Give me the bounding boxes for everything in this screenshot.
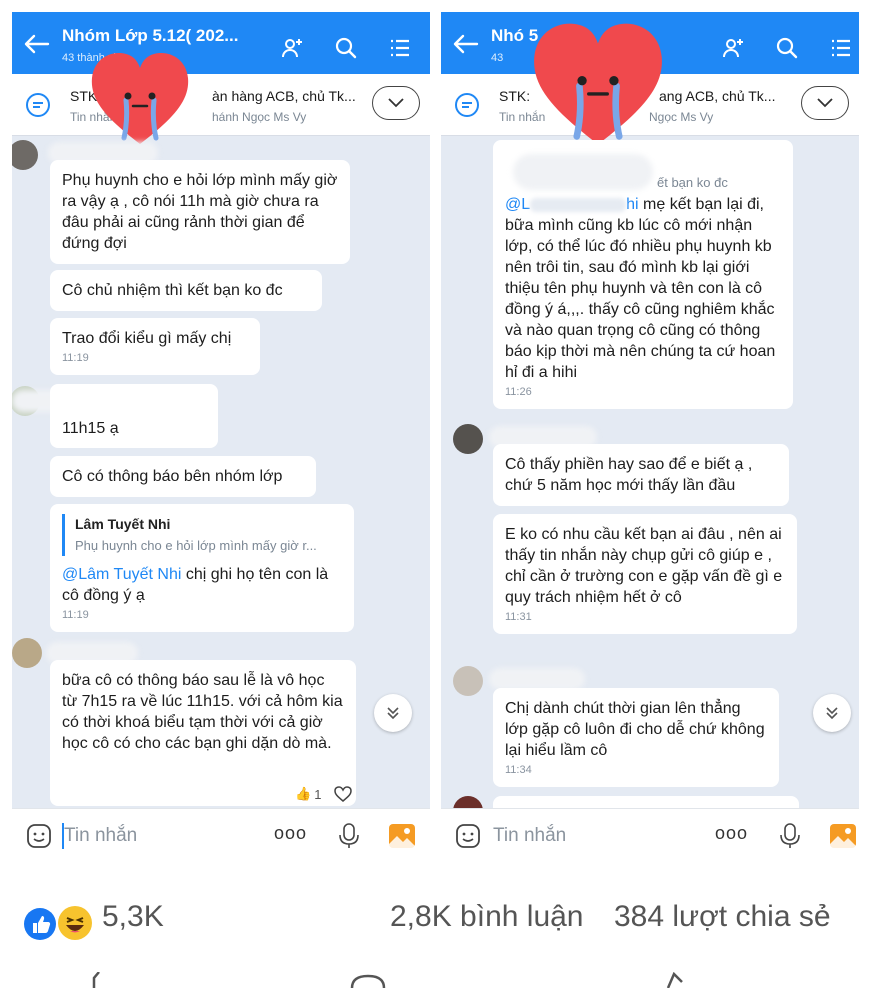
message-bubble[interactable]: 11h15 ạ — [50, 384, 218, 448]
scroll-down-button[interactable] — [813, 694, 851, 732]
like-button-icon[interactable] — [84, 972, 124, 988]
message-text: Phụ huynh cho e hỏi lớp mình mấy giờ ra … — [62, 172, 338, 252]
emoji-icon[interactable] — [26, 823, 52, 849]
message-input-bar: Tin nhắn ooo — [12, 808, 430, 862]
reply-message-bubble[interactable]: ết bạn ko đc @L hi mẹ kết bạn lại đi, bữa… — [493, 140, 793, 409]
search-icon[interactable] — [334, 36, 358, 60]
like-reaction-icon[interactable] — [24, 908, 56, 940]
back-arrow-icon[interactable] — [24, 34, 50, 54]
chat-bubble-icon — [455, 93, 479, 117]
add-member-icon[interactable] — [721, 36, 745, 60]
message-input[interactable]: Tin nhắn — [64, 825, 137, 847]
expand-pinned-button[interactable] — [372, 86, 420, 120]
sad-heart-sticker — [91, 53, 189, 144]
menu-list-icon[interactable] — [388, 36, 412, 60]
chat-header: Nhóm Lớp 5.12( 202... 43 thành viên — [12, 12, 430, 74]
image-picker-icon[interactable] — [388, 823, 416, 849]
reaction-count: 1 — [314, 786, 322, 802]
chat-panel-left: Nhóm Lớp 5.12( 202... 43 thành viên STK:… — [12, 12, 430, 884]
pinned-message-bar[interactable]: STK: àn hàng ACB, chủ Tk... Tin nhắn hán… — [12, 74, 430, 136]
emoji-icon[interactable] — [455, 823, 481, 849]
message-bubble[interactable]: E ko có nhu cầu kết bạn ai đâu , nên ai … — [493, 514, 797, 634]
message-time: 11:34 — [505, 764, 532, 776]
message-bubble[interactable]: Trao đổi kiểu gì mấy chị 11:19 — [50, 318, 260, 375]
comment-button-icon[interactable] — [348, 972, 388, 988]
reply-sender: Lâm Tuyết Nhi — [75, 516, 171, 532]
message-time: 11:26 — [505, 386, 532, 398]
message-text: Trao đổi kiểu gì mấy chị — [62, 330, 232, 347]
message-time: 11:19 — [62, 352, 89, 364]
thumbs-up-icon: 👍 — [295, 786, 312, 801]
search-icon[interactable] — [775, 36, 799, 60]
pinned-line1-end: ang ACB, chủ Tk... — [659, 88, 776, 104]
menu-list-icon[interactable] — [829, 36, 853, 60]
message-bubble[interactable]: Phụ huynh cho e hỏi lớp mình mấy giờ ra … — [50, 160, 350, 264]
blurred-quote — [513, 154, 653, 190]
bottom-strip — [441, 862, 859, 884]
reply-message-bubble[interactable]: Lâm Tuyết Nhi Phụ huynh cho e hỏi lớp mì… — [50, 504, 354, 632]
message-text: Cô chủ nhiệm thì kết bạn ko đc — [62, 282, 283, 299]
haha-reaction-icon[interactable] — [58, 906, 92, 940]
message-text: E ko có nhu cầu kết bạn ai đâu , nên ai … — [505, 526, 783, 606]
member-count: 43 — [491, 52, 504, 64]
mention-link[interactable]: @L — [505, 196, 530, 213]
voice-input-icon[interactable] — [338, 823, 360, 849]
chevron-down-icon — [388, 98, 404, 108]
double-chevron-down-icon — [826, 707, 838, 720]
message-bubble[interactable]: Cô có thông báo bên nhóm lớp — [50, 456, 316, 497]
blurred-sender-name — [489, 668, 585, 690]
reaction-badge[interactable]: 👍 1 — [290, 785, 327, 803]
chevron-down-icon — [817, 98, 833, 108]
share-button-icon[interactable] — [660, 972, 700, 988]
more-options-icon[interactable]: ooo — [715, 823, 748, 844]
share-count[interactable]: 384 lượt chia sẻ — [614, 900, 831, 934]
avatar[interactable] — [12, 638, 42, 668]
message-bubble[interactable]: Cô thấy phiền hay sao để e biết ạ , chứ … — [493, 444, 789, 506]
scroll-down-button[interactable] — [374, 694, 412, 732]
avatar[interactable] — [453, 666, 483, 696]
bottom-strip — [12, 862, 430, 884]
mention-link-end[interactable]: hi — [626, 196, 638, 213]
message-text: 11h15 ạ — [62, 420, 119, 437]
comment-count[interactable]: 2,8K bình luận — [390, 900, 584, 934]
message-input[interactable]: Tin nhắn — [493, 825, 566, 847]
message-text: Cô thấy phiền hay sao để e biết ạ , chứ … — [505, 456, 753, 494]
reaction-count[interactable]: 5,3K — [102, 900, 164, 934]
message-time: 11:19 — [62, 609, 89, 621]
add-member-icon[interactable] — [280, 36, 304, 60]
message-text: mẹ kết bạn lại đi, bữa mình cũng kb lúc … — [505, 196, 776, 381]
group-title[interactable]: Nhóm Lớp 5.12( 202... — [62, 26, 252, 46]
message-bubble[interactable]: Cô chủ nhiệm thì kết bạn ko đc — [50, 270, 322, 311]
heart-outline-icon[interactable] — [334, 786, 352, 802]
mention-link[interactable]: @Lâm Tuyết Nhi — [62, 566, 181, 583]
avatar[interactable] — [453, 424, 483, 454]
laughing-face-icon — [66, 917, 84, 933]
message-input-bar: Tin nhắn ooo — [441, 808, 859, 862]
thumbs-up-icon — [33, 916, 51, 933]
reply-snippet: Phụ huynh cho e hỏi lớp mình mấy giờ r..… — [75, 538, 317, 553]
reply-quote[interactable]: Lâm Tuyết Nhi Phụ huynh cho e hỏi lớp mì… — [62, 514, 342, 556]
avatar[interactable] — [12, 140, 38, 170]
image-picker-icon[interactable] — [829, 823, 857, 849]
pinned-line1-end: àn hàng ACB, chủ Tk... — [212, 88, 356, 104]
pinned-line2-end: hánh Ngọc Ms Vy — [212, 110, 307, 124]
chat-panel-right: Nhó 5 ... 43 STK: ang ACB, chủ Tk... Tin… — [441, 12, 859, 884]
back-arrow-icon[interactable] — [453, 34, 479, 54]
sad-heart-sticker — [534, 23, 662, 145]
reply-snippet: ết bạn ko đc — [657, 175, 728, 190]
chat-bubble-icon — [26, 93, 50, 117]
message-text: Chị dành chút thời gian lên thẳng lớp gặ… — [505, 700, 765, 759]
voice-input-icon[interactable] — [779, 823, 801, 849]
reply-quote[interactable]: ết bạn ko đc — [505, 150, 781, 194]
screenshot-root: Nhóm Lớp 5.12( 202... 43 thành viên STK:… — [0, 0, 871, 988]
message-text: bữa cô có thông báo sau lễ là vô học từ … — [62, 672, 343, 752]
message-text: Cô có thông báo bên nhóm lớp — [62, 468, 283, 485]
message-bubble[interactable]: Chị dành chút thời gian lên thẳng lớp gặ… — [493, 688, 779, 787]
blurred-mention — [530, 197, 627, 212]
more-options-icon[interactable]: ooo — [274, 823, 307, 844]
pinned-line1-start: STK: — [499, 88, 531, 104]
message-time: 11:31 — [505, 611, 532, 623]
expand-pinned-button[interactable] — [801, 86, 849, 120]
double-chevron-down-icon — [387, 707, 399, 720]
